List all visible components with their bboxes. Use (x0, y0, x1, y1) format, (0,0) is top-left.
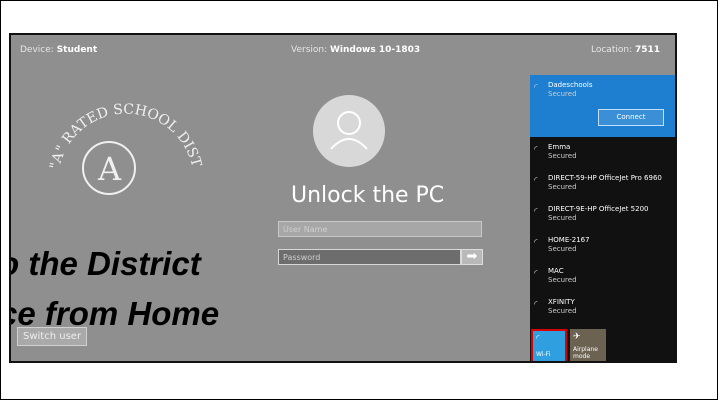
wifi-signal-icon: ◜ (534, 207, 538, 217)
overlay-caption-line2: ce from Home (9, 295, 220, 332)
wifi-toggle-tile[interactable]: ◜ Wi-Fi (531, 329, 567, 361)
location-info: Location: 7511 (591, 45, 661, 55)
connect-button[interactable]: Connect (598, 109, 664, 126)
logo-letter: A (97, 150, 122, 188)
password-field[interactable]: Password (278, 249, 461, 265)
username-field[interactable]: User Name (278, 221, 482, 237)
unlock-title: Unlock the PC (291, 183, 445, 208)
wifi-icon: ◜ (536, 334, 540, 344)
overlay-caption-line1: o the District (9, 245, 201, 282)
wifi-signal-icon: ◜ (534, 83, 538, 93)
wifi-signal-icon: ◜ (534, 238, 538, 248)
user-icon (330, 111, 368, 150)
wifi-signal-icon: ◜ (534, 269, 538, 279)
wifi-signal-icon: ◜ (534, 300, 538, 310)
wifi-signal-icon: ◜ (534, 145, 538, 155)
airplane-mode-tile[interactable]: ✈ Airplane mode (570, 329, 606, 361)
user-avatar (313, 95, 385, 167)
wifi-selected-network[interactable]: ◜ Dadeschools Secured Connect (530, 75, 675, 137)
submit-button[interactable]: ➡ (461, 249, 483, 265)
device-info: Device: Student (20, 45, 98, 55)
airplane-icon: ✈ (573, 332, 581, 342)
version-info: Version: Windows 10-1803 (291, 45, 421, 55)
school-district-logo: "A" RATED SCHOOL DISTRICT A (31, 60, 204, 195)
arrow-right-icon: ➡ (466, 249, 478, 264)
wifi-signal-icon: ◜ (534, 176, 538, 186)
lock-screen: Device: Student Version: Windows 10-1803… (9, 33, 677, 363)
wifi-flyout: ◜ Dadeschools Secured Connect ◜ Emma Sec… (530, 75, 675, 361)
